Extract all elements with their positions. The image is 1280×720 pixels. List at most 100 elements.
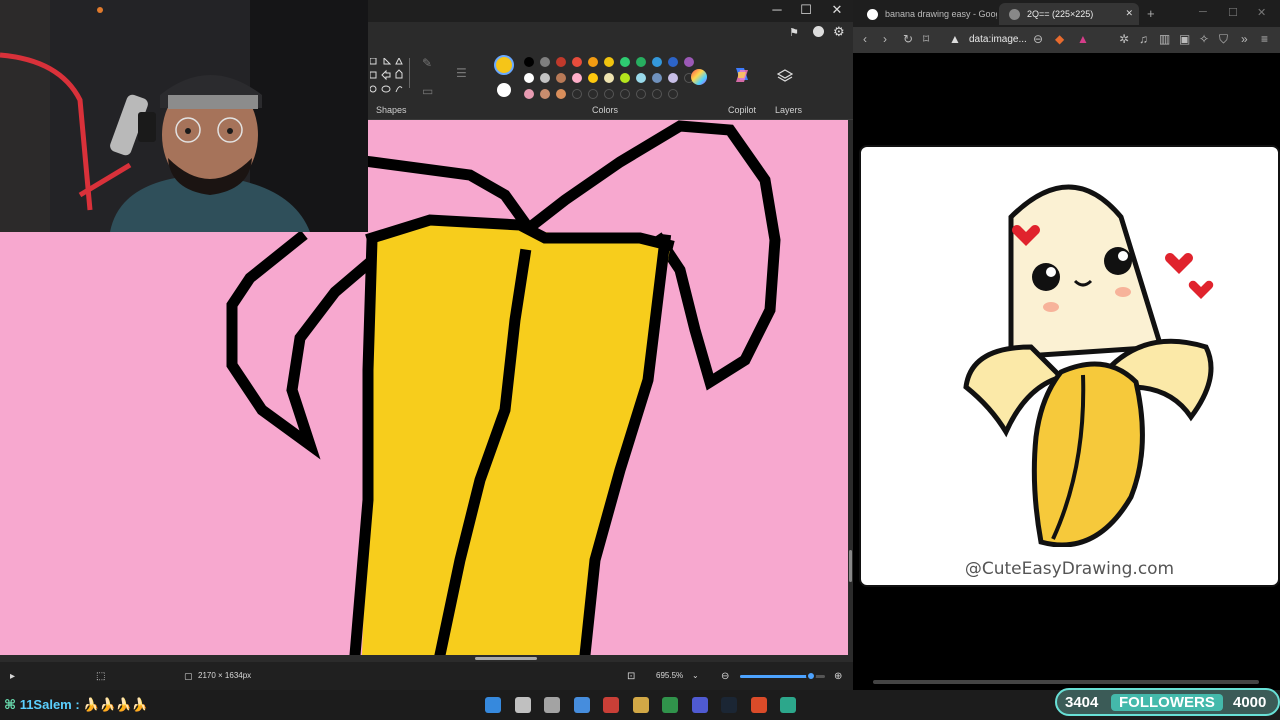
brave-icon[interactable] <box>750 697 767 713</box>
search-icon[interactable] <box>514 697 531 713</box>
canvas-dimensions: 2170 × 1634px <box>198 671 252 680</box>
zoom-level[interactable]: 695.5% <box>656 671 683 680</box>
color-swatch[interactable] <box>540 73 550 83</box>
color-swatch[interactable] <box>620 57 630 67</box>
color-swatch[interactable] <box>572 57 582 67</box>
color-swatch[interactable] <box>572 89 582 99</box>
account-icon[interactable] <box>813 26 824 37</box>
reference-banana-image: @CuteEasyDrawing.com <box>859 145 1280 587</box>
share-icon[interactable]: ⚑ <box>789 26 799 39</box>
chrome-icon[interactable] <box>603 697 619 713</box>
color-swatch[interactable] <box>620 89 630 99</box>
color-swatch[interactable] <box>684 57 694 67</box>
color-swatch[interactable] <box>604 57 614 67</box>
new-tab-button[interactable]: + <box>1147 6 1155 21</box>
extensions-icon[interactable]: ✲ <box>1119 32 1129 46</box>
back-icon[interactable]: ‹ <box>863 32 867 46</box>
color-swatch[interactable] <box>556 89 566 99</box>
minimize-button[interactable]: ─ <box>766 2 788 17</box>
size-icon[interactable]: ☰ <box>456 66 467 80</box>
color-swatch[interactable] <box>556 57 566 67</box>
color-swatch[interactable] <box>652 73 662 83</box>
color-swatch[interactable] <box>540 89 550 99</box>
vpn-icon[interactable]: ⛉ <box>1219 32 1228 47</box>
color-swatch[interactable] <box>604 89 614 99</box>
steam-icon[interactable] <box>721 697 737 713</box>
color-picker-icon[interactable] <box>690 68 708 86</box>
primary-color-swatch[interactable] <box>494 55 514 75</box>
media-icon[interactable]: ♫ <box>1139 32 1148 46</box>
warning-icon[interactable]: ▲ <box>949 32 961 46</box>
maximize-button[interactable]: ☐ <box>1228 6 1238 19</box>
zoom-icon[interactable]: ⊖ <box>1033 32 1043 46</box>
file-explorer-icon[interactable] <box>632 697 649 713</box>
color-swatch[interactable] <box>668 57 678 67</box>
zoom-slider[interactable] <box>740 671 825 681</box>
color-swatch[interactable] <box>636 57 646 67</box>
color-swatch[interactable] <box>652 89 662 99</box>
discord-icon[interactable] <box>691 697 708 713</box>
desktop: ─ ☐ ✕ ✎ ▭ ☰ Shapes Colors Copilot Layers… <box>0 0 1280 720</box>
paint-icon[interactable] <box>780 697 796 713</box>
canvas-horizontal-scrollbar[interactable] <box>0 655 853 662</box>
maximize-button[interactable]: ☐ <box>795 2 817 18</box>
color-swatch[interactable] <box>572 73 582 83</box>
sidebar-icon[interactable]: ▥ <box>1159 32 1170 46</box>
shapes-scroll[interactable] <box>408 58 412 88</box>
shapes-gallery[interactable] <box>370 58 406 98</box>
color-swatch[interactable] <box>652 57 662 67</box>
secondary-color-swatch[interactable] <box>497 83 511 97</box>
layers-label: Layers <box>775 105 803 115</box>
tab-title: banana drawing easy - Google <box>885 9 997 19</box>
color-swatch[interactable] <box>556 73 566 83</box>
zoom-dropdown-icon[interactable]: ⌄ <box>692 671 699 680</box>
menu-icon[interactable]: ≡ <box>1261 32 1268 46</box>
more-icon[interactable]: » <box>1241 32 1248 46</box>
color-swatch[interactable] <box>524 73 534 83</box>
outline-icon[interactable]: ✎ <box>422 56 432 70</box>
color-swatch[interactable] <box>604 73 614 83</box>
store-icon[interactable] <box>573 697 590 713</box>
wallet-icon[interactable]: ▣ <box>1179 32 1190 46</box>
task-view-icon[interactable] <box>544 697 560 713</box>
color-swatch[interactable] <box>524 89 534 99</box>
reload-icon[interactable]: ↻ <box>903 32 913 46</box>
bookmark-icon[interactable]: ⌑ <box>923 32 929 46</box>
chat-user-icon: ⌘ <box>4 697 17 712</box>
color-swatch[interactable] <box>588 73 598 83</box>
minimize-button[interactable]: ─ <box>1199 6 1207 18</box>
close-button[interactable]: ✕ <box>826 2 848 18</box>
color-swatch[interactable] <box>524 57 534 67</box>
address-input[interactable]: data:image... <box>969 34 1027 45</box>
color-swatch[interactable] <box>540 57 550 67</box>
copilot-icon[interactable] <box>732 66 752 84</box>
fill-icon[interactable]: ▭ <box>422 84 433 98</box>
browser-horizontal-scrollbar[interactable] <box>873 680 1259 684</box>
forward-icon[interactable]: › <box>883 32 887 46</box>
tab-image[interactable]: 2Q== (225×225) ✕ <box>999 3 1139 25</box>
color-swatch[interactable] <box>636 89 646 99</box>
brave-shield-icon[interactable]: ◆ <box>1055 32 1064 46</box>
color-swatch[interactable] <box>620 73 630 83</box>
zoom-in-icon[interactable]: ⊕ <box>834 671 842 682</box>
settings-gear-icon[interactable]: ⚙ <box>833 24 845 40</box>
color-swatch[interactable] <box>588 89 598 99</box>
fit-to-window-icon[interactable]: ⊡ <box>627 671 635 682</box>
followers-goal-widget: 3404 FOLLOWERS 4000 <box>1055 688 1280 716</box>
layers-icon[interactable] <box>777 68 793 84</box>
color-swatch[interactable] <box>668 73 678 83</box>
windows-start-icon[interactable] <box>485 697 501 713</box>
close-tab-icon[interactable]: ✕ <box>1125 8 1133 19</box>
tab-title: 2Q== (225×225) <box>1027 9 1094 19</box>
close-button[interactable]: ✕ <box>1257 6 1266 19</box>
tab-google-search[interactable]: banana drawing easy - Google <box>857 3 997 25</box>
color-swatch[interactable] <box>636 73 646 83</box>
color-swatch[interactable] <box>668 89 678 99</box>
leo-icon[interactable]: ✧ <box>1199 32 1209 46</box>
brave-rewards-icon[interactable]: ▲ <box>1077 32 1089 46</box>
color-swatch[interactable] <box>588 57 598 67</box>
zoom-out-icon[interactable]: ⊖ <box>721 671 729 682</box>
google-icon[interactable] <box>662 697 678 713</box>
horizontal-scroll-thumb[interactable] <box>475 657 537 660</box>
zoom-slider-thumb[interactable] <box>806 671 816 681</box>
